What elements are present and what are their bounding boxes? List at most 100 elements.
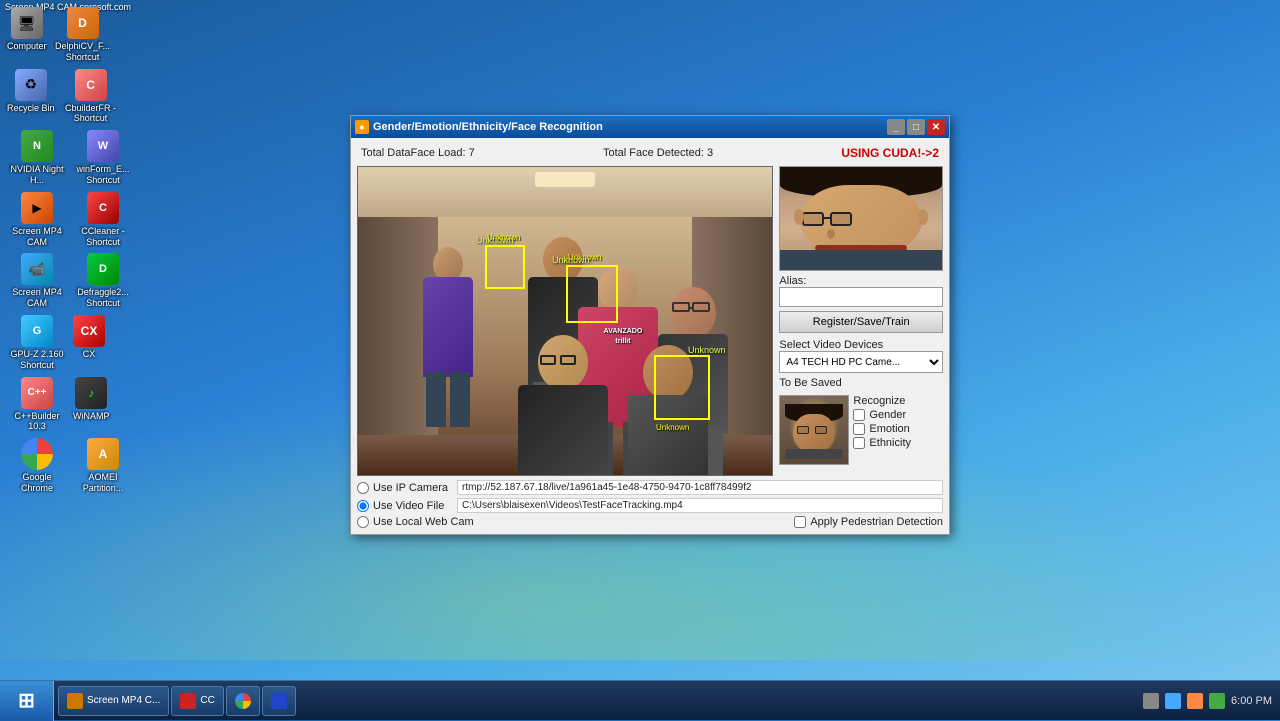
title-bar[interactable]: ● Gender/Emotion/Ethnicity/Face Recognit… [351,116,949,138]
recognize-label: Recognize [853,395,943,407]
person4-glasses-l [672,302,690,312]
face-label-3: Unknown [656,423,689,432]
ip-camera-radio[interactable] [357,482,369,494]
floating-label-1: Unknown [476,235,514,245]
sidebar-item-cx[interactable]: CX CX [71,313,107,373]
sidebar-item-cbuilder2[interactable]: C++ C++Builder 10.3 [5,375,69,435]
sidebar-item-aomei[interactable]: A AOMEI Partition... [71,436,135,496]
alias-input[interactable] [779,287,943,307]
dataface-load-text: Total DataFace Load: 7 [361,147,475,159]
delphi-icon: D [67,7,99,39]
sidebar-item-chrome[interactable]: Google Chrome [5,436,69,496]
emotion-checkbox-label: Emotion [869,423,909,435]
winamp-icon: ♪ [75,377,107,409]
emotion-checkbox[interactable] [853,423,865,435]
sidebar-item-screencam[interactable]: 📹 Screen MP4 CAM [5,251,69,311]
window-content: Total DataFace Load: 7 Total Face Detect… [351,138,949,534]
mp4-label: Screen MP4 CAM [7,226,67,248]
recycle-label: Recycle Bin [7,103,55,114]
chrome-icon [21,438,53,470]
taskbar-tray-icon3 [1187,693,1203,709]
maximize-button[interactable]: □ [907,119,925,135]
webcam-row: Use Local Web Cam [357,516,474,528]
floating-label-3: Unknown [688,345,726,355]
gpu-icon: G [21,315,53,347]
chrome-label: Google Chrome [7,472,67,494]
winform-label: winForm_E... Shortcut [73,164,133,186]
computer-label: Computer [7,41,47,52]
start-button[interactable]: ⊞ [0,681,54,721]
person5-body [518,385,608,475]
sidebar-item-winamp[interactable]: ♪ WiNAMP [71,375,112,435]
sidebar-item-recycle[interactable]: ♻ Recycle Bin [5,67,57,127]
sidebar-item-winform[interactable]: W winForm_E... Shortcut [71,128,135,188]
alias-row: Alias: [779,275,943,307]
person5-glasses-r [560,355,576,365]
minimize-button[interactable]: _ [887,119,905,135]
ethnicity-checkbox-row: Ethnicity [853,437,943,449]
video-file-label: Use Video File [373,500,453,512]
face-box-3: Unknown [654,355,710,420]
video-device-select[interactable]: A4 TECH HD PC Came... [779,351,943,373]
sidebar-item-mp4[interactable]: ▶ Screen MP4 CAM [5,190,69,250]
winamp-label: WiNAMP [73,411,110,422]
taskbar-item-chrome[interactable] [226,686,260,716]
face-thumbnail-main [779,166,943,271]
taskbar-right: 6:00 PM [1135,693,1280,709]
app-window: ● Gender/Emotion/Ethnicity/Face Recognit… [350,115,950,535]
webcam-radio[interactable] [357,516,369,528]
taskbar-items: Screen MP4 C... CC [54,681,1135,720]
taskbar-item-cc[interactable]: CC [171,686,223,716]
sidebar-item-computer[interactable]: 🖥 Computer [5,5,49,65]
screencam-label: Screen MP4 CAM [7,287,67,309]
video-device-section: Select Video Devices A4 TECH HD PC Came.… [779,337,943,373]
person5-glasses-l [540,355,556,365]
computer-icon: 🖥 [11,7,43,39]
aomei-icon: A [87,438,119,470]
gender-checkbox[interactable] [853,409,865,421]
defraggle-icon: D [87,253,119,285]
ip-camera-value: rtmp://52.187.67.18/live/1a961a45-1e48-4… [457,480,943,495]
cuda-status-text: USING CUDA!->2 [841,146,939,160]
sidebar-item-cbuilder[interactable]: C CbuilderFR - Shortcut [59,67,123,127]
video-device-label: Select Video Devices [779,339,943,351]
alias-label: Alias: [779,275,943,287]
video-file-radio[interactable] [357,500,369,512]
taskbar-tray-icon2 [1165,693,1181,709]
title-bar-text: Gender/Emotion/Ethnicity/Face Recognitio… [373,121,887,133]
sidebar-item-ccleaner[interactable]: C CCleaner - Shortcut [71,190,135,250]
sidebar-item-defraggle[interactable]: D Defraggle2... Shortcut [71,251,135,311]
cx-label: CX [83,349,96,360]
ethnicity-checkbox-label: Ethnicity [869,437,911,449]
face-box-2: Unknown [566,265,618,323]
face-box-1: Unknown [485,245,525,289]
sidebar-item-gpu[interactable]: G GPU-Z 2.160 Shortcut [5,313,69,373]
sidebar-item-delphi[interactable]: D DelphiCV_F... Shortcut [51,5,115,65]
sidebar-item-nvidia[interactable]: N NVIDIA Night H... [5,128,69,188]
taskbar-item-app4[interactable] [262,686,296,716]
bottom-controls: Use IP Camera rtmp://52.187.67.18/live/1… [357,480,943,528]
window-controls: _ □ ✕ [887,119,945,135]
pedestrian-row: Apply Pedestrian Detection [794,516,943,528]
register-button[interactable]: Register/Save/Train [779,311,943,333]
taskbar-cc-label: CC [200,695,214,706]
video-file-row: Use Video File C:\Users\blaisexen\Videos… [357,498,943,513]
ethnicity-checkbox[interactable] [853,437,865,449]
main-area: AVANZADOtrillit [357,166,943,476]
person4-glasses-bridge [690,307,694,309]
cbuilder-label: CbuilderFR - Shortcut [61,103,121,125]
close-button[interactable]: ✕ [927,119,945,135]
cx-icon: CX [73,315,105,347]
ip-camera-row: Use IP Camera rtmp://52.187.67.18/live/1… [357,480,943,495]
cbuilder2-label: C++Builder 10.3 [7,411,67,433]
taskbar-cc-icon [180,693,196,709]
mp4-icon: ▶ [21,192,53,224]
pedestrian-checkbox[interactable] [794,516,806,528]
person1-leg-r [450,372,470,427]
ip-camera-label: Use IP Camera [373,482,453,494]
taskbar-tray-icon4 [1209,693,1225,709]
taskbar-item-screencam[interactable]: Screen MP4 C... [58,686,169,716]
cbuilder2-icon: C++ [21,377,53,409]
video-file-value: C:\Users\blaisexen\Videos\TestFaceTracki… [457,498,943,513]
emotion-checkbox-row: Emotion [853,423,943,435]
